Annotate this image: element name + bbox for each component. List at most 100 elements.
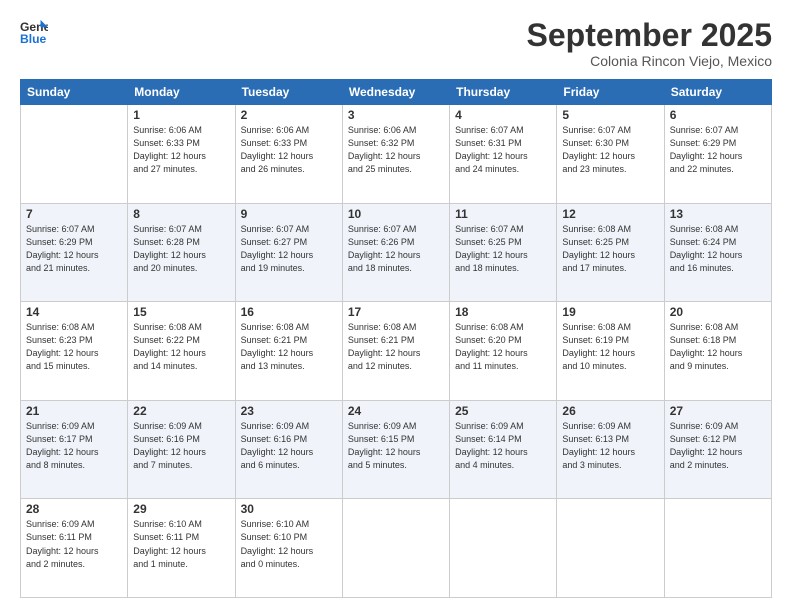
day-info: Sunrise: 6:09 AM Sunset: 6:13 PM Dayligh… [562, 420, 658, 472]
day-number: 4 [455, 108, 551, 122]
calendar-cell: 9Sunrise: 6:07 AM Sunset: 6:27 PM Daylig… [235, 203, 342, 302]
day-info: Sunrise: 6:07 AM Sunset: 6:29 PM Dayligh… [670, 124, 766, 176]
day-info: Sunrise: 6:06 AM Sunset: 6:32 PM Dayligh… [348, 124, 444, 176]
calendar-week-1: 1 Sunrise: 6:06 AM Sunset: 6:33 PM Daylig… [21, 105, 772, 204]
calendar-cell: 28 Sunrise: 6:09 AM Sunset: 6:11 PM Dayli… [21, 499, 128, 598]
day-number: 8 [133, 207, 229, 221]
day-number: 27 [670, 404, 766, 418]
day-info: Sunrise: 6:08 AM Sunset: 6:24 PM Dayligh… [670, 223, 766, 275]
calendar-cell: 7 Sunrise: 6:07 AM Sunset: 6:29 PM Daylig… [21, 203, 128, 302]
day-number: 16 [241, 305, 337, 319]
calendar-cell: 21 Sunrise: 6:09 AM Sunset: 6:17 PM Dayli… [21, 400, 128, 499]
calendar-cell: 3 Sunrise: 6:06 AM Sunset: 6:32 PM Daylig… [342, 105, 449, 204]
calendar-cell [664, 499, 771, 598]
calendar-cell: 16 Sunrise: 6:08 AM Sunset: 6:21 PM Dayli… [235, 302, 342, 401]
calendar-cell: 22 Sunrise: 6:09 AM Sunset: 6:16 PM Dayli… [128, 400, 235, 499]
page: General Blue September 2025 Colonia Rinc… [0, 0, 792, 612]
day-info: Sunrise: 6:09 AM Sunset: 6:15 PM Dayligh… [348, 420, 444, 472]
day-info: Sunrise: 6:08 AM Sunset: 6:21 PM Dayligh… [241, 321, 337, 373]
day-number: 3 [348, 108, 444, 122]
day-info: Sunrise: 6:07 AM Sunset: 6:28 PM Dayligh… [133, 223, 229, 275]
day-number: 23 [241, 404, 337, 418]
day-number: 17 [348, 305, 444, 319]
day-number: 7 [26, 207, 122, 221]
calendar-cell: 23 Sunrise: 6:09 AM Sunset: 6:16 PM Dayli… [235, 400, 342, 499]
day-info: Sunrise: 6:07 AM Sunset: 6:31 PM Dayligh… [455, 124, 551, 176]
day-number: 14 [26, 305, 122, 319]
col-saturday: Saturday [664, 80, 771, 105]
calendar-cell: 4 Sunrise: 6:07 AM Sunset: 6:31 PM Daylig… [450, 105, 557, 204]
day-info: Sunrise: 6:07 AM Sunset: 6:30 PM Dayligh… [562, 124, 658, 176]
calendar-cell: 12 Sunrise: 6:08 AM Sunset: 6:25 PM Dayli… [557, 203, 664, 302]
day-info: Sunrise: 6:07 AM Sunset: 6:27 PM Dayligh… [241, 223, 337, 275]
calendar-cell: 11 Sunrise: 6:07 AM Sunset: 6:25 PM Dayli… [450, 203, 557, 302]
calendar-cell: 18Sunrise: 6:08 AM Sunset: 6:20 PM Dayli… [450, 302, 557, 401]
day-info: Sunrise: 6:09 AM Sunset: 6:11 PM Dayligh… [26, 518, 122, 570]
header: General Blue September 2025 Colonia Rinc… [20, 18, 772, 69]
col-thursday: Thursday [450, 80, 557, 105]
logo: General Blue [20, 18, 48, 46]
calendar-header: Sunday Monday Tuesday Wednesday Thursday… [21, 80, 772, 105]
calendar-cell: 20Sunrise: 6:08 AM Sunset: 6:18 PM Dayli… [664, 302, 771, 401]
day-number: 30 [241, 502, 337, 516]
calendar-cell: 14 Sunrise: 6:08 AM Sunset: 6:23 PM Dayli… [21, 302, 128, 401]
day-info: Sunrise: 6:09 AM Sunset: 6:17 PM Dayligh… [26, 420, 122, 472]
calendar-table: Sunday Monday Tuesday Wednesday Thursday… [20, 79, 772, 598]
day-info: Sunrise: 6:09 AM Sunset: 6:16 PM Dayligh… [241, 420, 337, 472]
day-number: 6 [670, 108, 766, 122]
day-number: 11 [455, 207, 551, 221]
calendar-body: 1 Sunrise: 6:06 AM Sunset: 6:33 PM Daylig… [21, 105, 772, 598]
day-info: Sunrise: 6:08 AM Sunset: 6:22 PM Dayligh… [133, 321, 229, 373]
day-number: 29 [133, 502, 229, 516]
day-info: Sunrise: 6:07 AM Sunset: 6:26 PM Dayligh… [348, 223, 444, 275]
calendar-week-4: 21 Sunrise: 6:09 AM Sunset: 6:17 PM Dayli… [21, 400, 772, 499]
calendar-week-5: 28 Sunrise: 6:09 AM Sunset: 6:11 PM Dayli… [21, 499, 772, 598]
day-number: 20 [670, 305, 766, 319]
day-number: 18 [455, 305, 551, 319]
logo-icon: General Blue [20, 18, 48, 46]
svg-text:Blue: Blue [20, 32, 47, 46]
day-number: 26 [562, 404, 658, 418]
calendar-cell: 6 Sunrise: 6:07 AM Sunset: 6:29 PM Daylig… [664, 105, 771, 204]
calendar-cell: 15Sunrise: 6:08 AM Sunset: 6:22 PM Dayli… [128, 302, 235, 401]
calendar-cell: 1Sunrise: 6:06 AM Sunset: 6:33 PM Daylig… [128, 105, 235, 204]
calendar-cell: 17Sunrise: 6:08 AM Sunset: 6:21 PM Dayli… [342, 302, 449, 401]
calendar-cell: 25Sunrise: 6:09 AM Sunset: 6:14 PM Dayli… [450, 400, 557, 499]
calendar-week-3: 14 Sunrise: 6:08 AM Sunset: 6:23 PM Dayli… [21, 302, 772, 401]
day-info: Sunrise: 6:08 AM Sunset: 6:19 PM Dayligh… [562, 321, 658, 373]
calendar-cell: 30 Sunrise: 6:10 AM Sunset: 6:10 PM Dayli… [235, 499, 342, 598]
day-info: Sunrise: 6:07 AM Sunset: 6:25 PM Dayligh… [455, 223, 551, 275]
day-number: 12 [562, 207, 658, 221]
day-number: 21 [26, 404, 122, 418]
calendar-cell [21, 105, 128, 204]
day-info: Sunrise: 6:07 AM Sunset: 6:29 PM Dayligh… [26, 223, 122, 275]
day-number: 22 [133, 404, 229, 418]
calendar-cell [557, 499, 664, 598]
day-number: 24 [348, 404, 444, 418]
day-number: 25 [455, 404, 551, 418]
month-title: September 2025 [527, 18, 772, 53]
col-monday: Monday [128, 80, 235, 105]
day-info: Sunrise: 6:10 AM Sunset: 6:10 PM Dayligh… [241, 518, 337, 570]
col-tuesday: Tuesday [235, 80, 342, 105]
calendar-cell: 27Sunrise: 6:09 AM Sunset: 6:12 PM Dayli… [664, 400, 771, 499]
calendar-cell: 5Sunrise: 6:07 AM Sunset: 6:30 PM Daylig… [557, 105, 664, 204]
col-friday: Friday [557, 80, 664, 105]
day-number: 28 [26, 502, 122, 516]
day-info: Sunrise: 6:06 AM Sunset: 6:33 PM Dayligh… [241, 124, 337, 176]
location: Colonia Rincon Viejo, Mexico [527, 53, 772, 69]
day-info: Sunrise: 6:08 AM Sunset: 6:25 PM Dayligh… [562, 223, 658, 275]
day-number: 13 [670, 207, 766, 221]
day-number: 1 [133, 108, 229, 122]
calendar-cell: 13 Sunrise: 6:08 AM Sunset: 6:24 PM Dayli… [664, 203, 771, 302]
day-info: Sunrise: 6:08 AM Sunset: 6:23 PM Dayligh… [26, 321, 122, 373]
day-number: 19 [562, 305, 658, 319]
day-info: Sunrise: 6:09 AM Sunset: 6:16 PM Dayligh… [133, 420, 229, 472]
col-sunday: Sunday [21, 80, 128, 105]
calendar-cell: 10Sunrise: 6:07 AM Sunset: 6:26 PM Dayli… [342, 203, 449, 302]
calendar-cell [450, 499, 557, 598]
calendar-cell [342, 499, 449, 598]
calendar-cell: 8 Sunrise: 6:07 AM Sunset: 6:28 PM Daylig… [128, 203, 235, 302]
day-info: Sunrise: 6:10 AM Sunset: 6:11 PM Dayligh… [133, 518, 229, 570]
col-wednesday: Wednesday [342, 80, 449, 105]
